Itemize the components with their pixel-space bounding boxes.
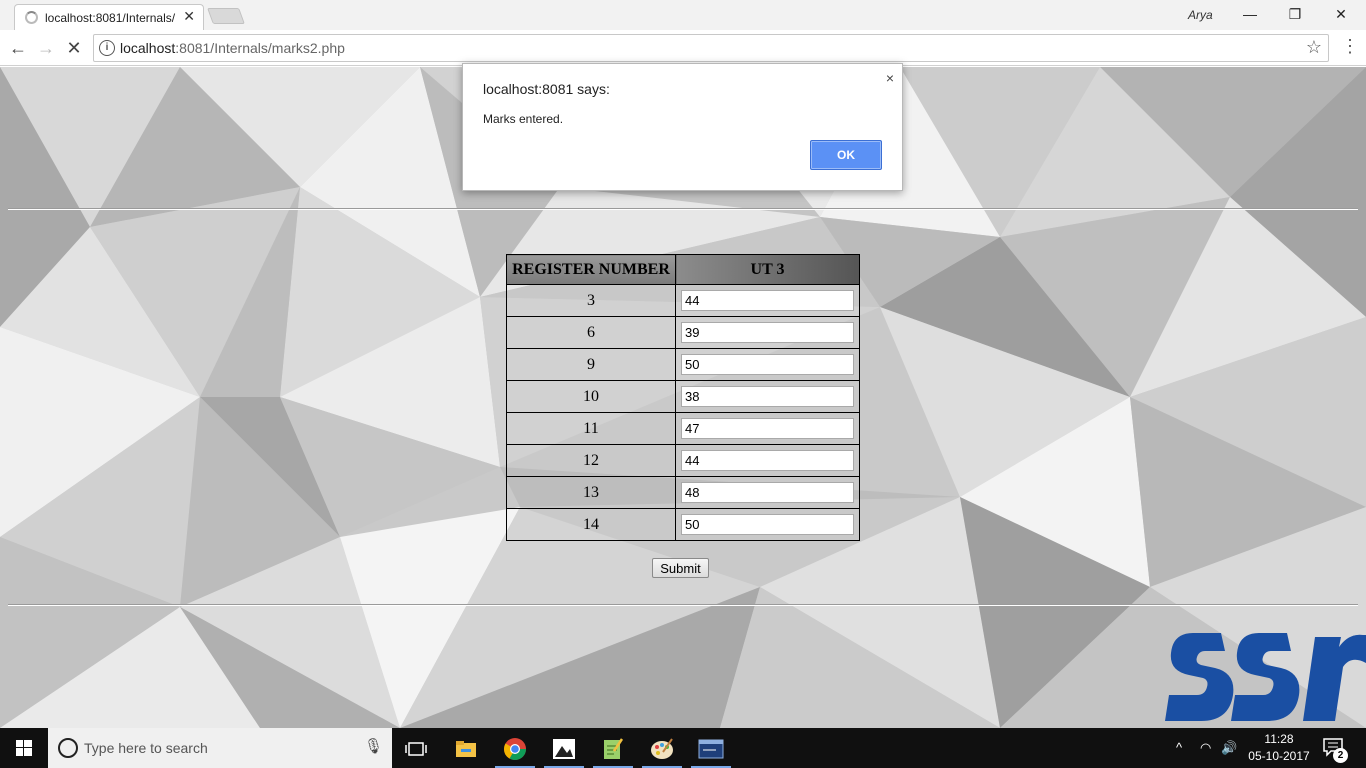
mark-input[interactable] (681, 418, 854, 439)
show-hidden-icons-icon[interactable]: ^ (1176, 728, 1182, 768)
table-row: 11 (506, 412, 860, 445)
clock-date: 05-10-2017 (1248, 749, 1310, 763)
mark-cell (675, 412, 860, 445)
table-row: 14 (506, 508, 860, 541)
volume-icon[interactable]: 🔊 (1221, 728, 1237, 768)
windows-start-icon[interactable] (0, 728, 48, 768)
cortana-icon (58, 738, 78, 758)
ssn-logo (1165, 633, 1366, 721)
header-ut3: UT 3 (675, 254, 860, 285)
notification-count-badge: 2 (1333, 748, 1348, 763)
mark-cell (675, 348, 860, 381)
table-row: 10 (506, 380, 860, 413)
marks-table: REGISTER NUMBER UT 3 3 6 9 10 11 (506, 254, 860, 541)
table-header-row: REGISTER NUMBER UT 3 (506, 254, 860, 285)
register-number-cell: 3 (506, 284, 676, 317)
photos-app-icon[interactable] (540, 728, 588, 768)
table-row: 9 (506, 348, 860, 381)
task-view-icon[interactable] (392, 728, 440, 768)
browser-toolbar: ← → ✕ i localhost:8081/Internals/marks2.… (0, 30, 1366, 66)
mark-input[interactable] (681, 322, 854, 343)
search-placeholder: Type here to search (84, 740, 208, 756)
taskbar-search-box[interactable]: Type here to search 🎙 (48, 728, 392, 768)
file-explorer-icon[interactable] (442, 728, 490, 768)
mark-cell (675, 380, 860, 413)
browser-menu-icon[interactable]: ⋮ (1341, 36, 1359, 57)
mark-cell (675, 508, 860, 541)
mark-input[interactable] (681, 386, 854, 407)
notepad-plus-icon[interactable] (589, 728, 637, 768)
restore-button[interactable]: ❐ (1280, 3, 1310, 25)
close-window-button[interactable]: ✕ (1326, 3, 1356, 25)
table-row: 6 (506, 316, 860, 349)
url-host: localhost (120, 40, 176, 56)
ok-button[interactable]: OK (810, 140, 882, 170)
windows-taskbar: Type here to search 🎙 ^ ◠ 🔊 11:28 05-10-… (0, 728, 1366, 768)
paint-palette-icon[interactable] (638, 728, 686, 768)
chrome-icon[interactable] (491, 728, 539, 768)
back-icon[interactable]: ← (6, 36, 30, 60)
wifi-icon[interactable]: ◠ (1200, 728, 1211, 768)
mark-input[interactable] (681, 450, 854, 471)
mark-input[interactable] (681, 514, 854, 535)
mark-input[interactable] (681, 482, 854, 503)
clock-time: 11:28 (1264, 732, 1294, 746)
address-url[interactable]: localhost:8081/Internals/marks2.php (120, 40, 345, 56)
register-number-cell: 6 (506, 316, 676, 349)
mark-input[interactable] (681, 354, 854, 375)
register-number-cell: 11 (506, 412, 676, 445)
register-number-cell: 9 (506, 348, 676, 381)
mark-cell (675, 284, 860, 317)
mark-cell (675, 444, 860, 477)
alert-message: Marks entered. (483, 112, 564, 126)
new-tab-button[interactable] (207, 8, 245, 24)
register-number-cell: 13 (506, 476, 676, 509)
table-row: 12 (506, 444, 860, 477)
tab-title: localhost:8081/Internals/ (45, 11, 176, 25)
mysql-console-icon[interactable] (687, 728, 735, 768)
system-clock[interactable]: 11:28 05-10-2017 (1246, 731, 1312, 765)
table-row: 13 (506, 476, 860, 509)
browser-titlebar: localhost:8081/Internals/ ✕ Arya — ❐ ✕ (0, 0, 1366, 30)
browser-tab[interactable]: localhost:8081/Internals/ ✕ (14, 4, 204, 30)
stop-loading-icon[interactable]: ✕ (62, 36, 86, 60)
minimize-button[interactable]: — (1235, 3, 1265, 25)
forward-icon[interactable]: → (34, 36, 58, 60)
top-divider (8, 208, 1358, 210)
register-number-cell: 14 (506, 508, 676, 541)
bookmark-star-icon[interactable]: ☆ (1306, 37, 1322, 58)
mark-input[interactable] (681, 290, 854, 311)
tab-close-icon[interactable]: ✕ (183, 8, 195, 25)
alert-dialog: localhost:8081 says: × Marks entered. OK (462, 63, 903, 191)
register-number-cell: 12 (506, 444, 676, 477)
table-row: 3 (506, 284, 860, 317)
profile-name[interactable]: Arya (1188, 8, 1213, 22)
info-icon[interactable]: i (99, 40, 115, 56)
loading-spinner-icon (25, 11, 38, 24)
bottom-divider (8, 604, 1358, 606)
address-bar[interactable]: i localhost:8081/Internals/marks2.php ☆ (93, 34, 1329, 62)
mark-cell (675, 316, 860, 349)
dialog-close-icon[interactable]: × (886, 70, 894, 86)
microphone-icon[interactable]: 🎙 (364, 737, 383, 755)
register-number-cell: 10 (506, 380, 676, 413)
mark-cell (675, 476, 860, 509)
alert-title: localhost:8081 says: (483, 81, 610, 97)
url-path: :8081/Internals/marks2.php (175, 40, 345, 56)
submit-button[interactable]: Submit (652, 558, 709, 578)
header-register-number: REGISTER NUMBER (506, 254, 676, 285)
